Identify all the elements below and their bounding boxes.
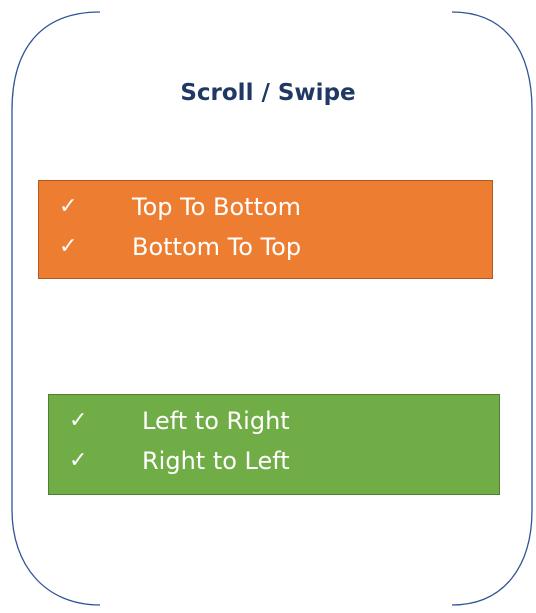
- vertical-scroll-box: ✓ Top To Bottom ✓ Bottom To Top: [38, 180, 493, 279]
- item-label: Bottom To Top: [132, 233, 302, 261]
- checkmark-icon: ✓: [59, 234, 78, 259]
- diagram-title: Scroll / Swipe: [180, 80, 356, 106]
- list-item-top-to-bottom: ✓ Top To Bottom: [39, 187, 492, 227]
- checkmark-icon: ✓: [69, 448, 88, 473]
- item-label: Right to Left: [142, 447, 290, 475]
- checkmark-icon: ✓: [59, 194, 78, 219]
- horizontal-swipe-box: ✓ Left to Right ✓ Right to Left: [48, 394, 500, 495]
- item-label: Top To Bottom: [132, 193, 302, 221]
- list-item-left-to-right: ✓ Left to Right: [49, 401, 499, 441]
- item-label: Left to Right: [142, 407, 290, 435]
- list-item-bottom-to-top: ✓ Bottom To Top: [39, 227, 492, 267]
- checkmark-icon: ✓: [69, 408, 88, 433]
- list-item-right-to-left: ✓ Right to Left: [49, 441, 499, 481]
